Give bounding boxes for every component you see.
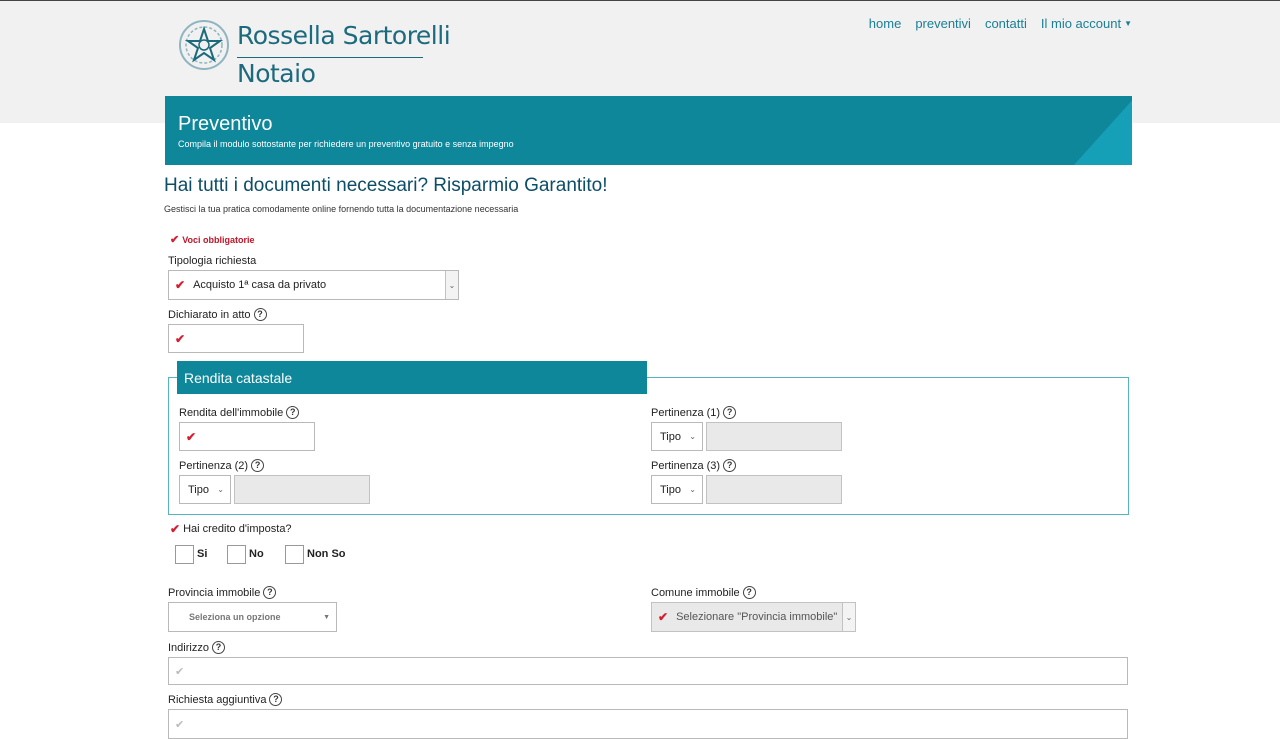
nav-preventivi[interactable]: preventivi: [915, 16, 971, 31]
brand-title: Notaio: [237, 59, 316, 88]
nav-contatti[interactable]: contatti: [985, 16, 1027, 31]
rendita-immobile-label: Rendita dell'immobile ?: [179, 406, 300, 419]
comune-select[interactable]: ✔ Selezionare "Provincia immobile" ⌄: [651, 602, 856, 632]
tipologia-label-text: Tipologia richiesta: [168, 255, 257, 267]
pertinenza1-label-text: Pertinenza (1): [651, 406, 721, 419]
main-nav: home preventivi contatti Il mio account ▼: [869, 16, 1132, 31]
credito-nonso-checkbox[interactable]: [285, 545, 304, 564]
check-icon: ✔: [175, 331, 186, 346]
pertinenza1-tipo-value: Tipo: [660, 430, 681, 443]
chevron-down-icon: ⌄: [842, 603, 855, 631]
richiesta-label-text: Richiesta aggiuntiva: [168, 693, 267, 706]
brand-name: Rossella Sartorelli: [237, 21, 451, 50]
chevron-down-icon: ⌄: [689, 432, 696, 441]
provincia-label-text: Provincia immobile: [168, 586, 261, 599]
credito-no-checkbox[interactable]: [227, 545, 246, 564]
nav-home[interactable]: home: [869, 16, 902, 31]
nav-account[interactable]: Il mio account ▼: [1041, 16, 1132, 31]
comune-label-text: Comune immobile: [651, 586, 740, 599]
check-icon: ✔: [658, 610, 669, 624]
credito-label: ✔ Hai credito d'imposta?: [170, 522, 292, 536]
help-icon[interactable]: ?: [269, 693, 283, 706]
provincia-label: Provincia immobile ?: [168, 586, 277, 599]
help-icon[interactable]: ?: [211, 641, 225, 654]
help-icon[interactable]: ?: [723, 406, 737, 419]
intro-headline: Hai tutti i documenti necessari? Risparm…: [164, 175, 608, 196]
credito-si-checkbox[interactable]: [175, 545, 194, 564]
tipologia-select[interactable]: ✔ Acquisto 1ª casa da privato ⌄: [168, 270, 459, 300]
pertinenza2-label-text: Pertinenza (2): [179, 459, 249, 472]
help-icon[interactable]: ?: [286, 406, 300, 419]
comune-label: Comune immobile ?: [651, 586, 756, 599]
chevron-down-icon: ⌄: [217, 485, 224, 494]
credito-si-label: Si: [197, 548, 208, 560]
pertinenza1-label: Pertinenza (1) ?: [651, 406, 737, 419]
check-icon: ✔: [175, 718, 185, 731]
credito-no-label: No: [249, 548, 264, 560]
provincia-placeholder: Seleziona un opzione: [189, 612, 281, 622]
dichiarato-label-text: Dichiarato in atto: [168, 308, 251, 321]
help-icon[interactable]: ?: [263, 586, 277, 599]
page-banner: Preventivo Compila il modulo sottostante…: [165, 96, 1132, 165]
check-icon: ✔: [170, 522, 181, 536]
credito-nonso-label: Non So: [307, 548, 346, 560]
pertinenza3-tipo-value: Tipo: [660, 483, 681, 496]
help-icon[interactable]: ?: [723, 459, 737, 472]
indirizzo-label: Indirizzo ?: [168, 641, 225, 654]
comune-placeholder: Selezionare "Provincia immobile": [676, 611, 838, 623]
emblem-icon: [179, 20, 229, 70]
indirizzo-label-text: Indirizzo: [168, 641, 209, 654]
rendita-immobile-label-text: Rendita dell'immobile: [179, 406, 284, 419]
richiesta-label: Richiesta aggiuntiva ?: [168, 693, 283, 706]
pertinenza2-input[interactable]: [234, 475, 370, 504]
brand-divider: [237, 57, 423, 58]
pertinenza3-tipo-select[interactable]: Tipo ⌄: [651, 475, 703, 504]
provincia-select[interactable]: Seleziona un opzione ▼: [168, 602, 337, 632]
chevron-down-icon: ⌄: [689, 485, 696, 494]
tipologia-label: Tipologia richiesta: [168, 255, 256, 267]
help-icon[interactable]: ?: [253, 308, 267, 321]
dichiarato-input[interactable]: ✔: [168, 324, 304, 353]
pertinenza3-input[interactable]: [706, 475, 842, 504]
pertinenza1-input[interactable]: [706, 422, 842, 451]
banner-stripe: [1073, 96, 1132, 165]
pertinenza1-tipo-select[interactable]: Tipo ⌄: [651, 422, 703, 451]
required-legend: ✔ Voci obbligatorie: [170, 233, 255, 246]
rendita-legend: Rendita catastale: [177, 361, 647, 394]
check-icon: ✔: [186, 429, 197, 444]
dichiarato-label: Dichiarato in atto ?: [168, 308, 267, 321]
page-subtitle: Compila il modulo sottostante per richie…: [178, 139, 514, 149]
chevron-down-icon: ⌄: [445, 271, 458, 299]
check-icon: ✔: [175, 278, 186, 292]
help-icon[interactable]: ?: [251, 459, 265, 472]
brand-logo[interactable]: Rossella Sartorelli Notaio: [178, 15, 451, 88]
pertinenza3-label-text: Pertinenza (3): [651, 459, 721, 472]
page-title: Preventivo: [178, 113, 273, 135]
indirizzo-input[interactable]: ✔: [168, 657, 1128, 685]
check-icon: ✔: [175, 665, 185, 678]
caret-down-icon: ▼: [323, 613, 330, 621]
help-icon[interactable]: ?: [742, 586, 756, 599]
pertinenza2-tipo-select[interactable]: Tipo ⌄: [179, 475, 231, 504]
tipologia-value: Acquisto 1ª casa da privato: [193, 279, 327, 291]
credito-label-text: Hai credito d'imposta?: [183, 523, 292, 535]
caret-down-icon: ▼: [1124, 19, 1132, 28]
check-icon: ✔: [170, 234, 180, 246]
pertinenza2-tipo-value: Tipo: [188, 483, 209, 496]
nav-account-label: Il mio account: [1040, 16, 1122, 31]
pertinenza3-label: Pertinenza (3) ?: [651, 459, 737, 472]
rendita-immobile-input[interactable]: ✔: [179, 422, 315, 451]
intro-subline: Gestisci la tua pratica comodamente onli…: [164, 204, 519, 214]
required-note-text: Voci obbligatorie: [182, 235, 255, 245]
pertinenza2-label: Pertinenza (2) ?: [179, 459, 265, 472]
